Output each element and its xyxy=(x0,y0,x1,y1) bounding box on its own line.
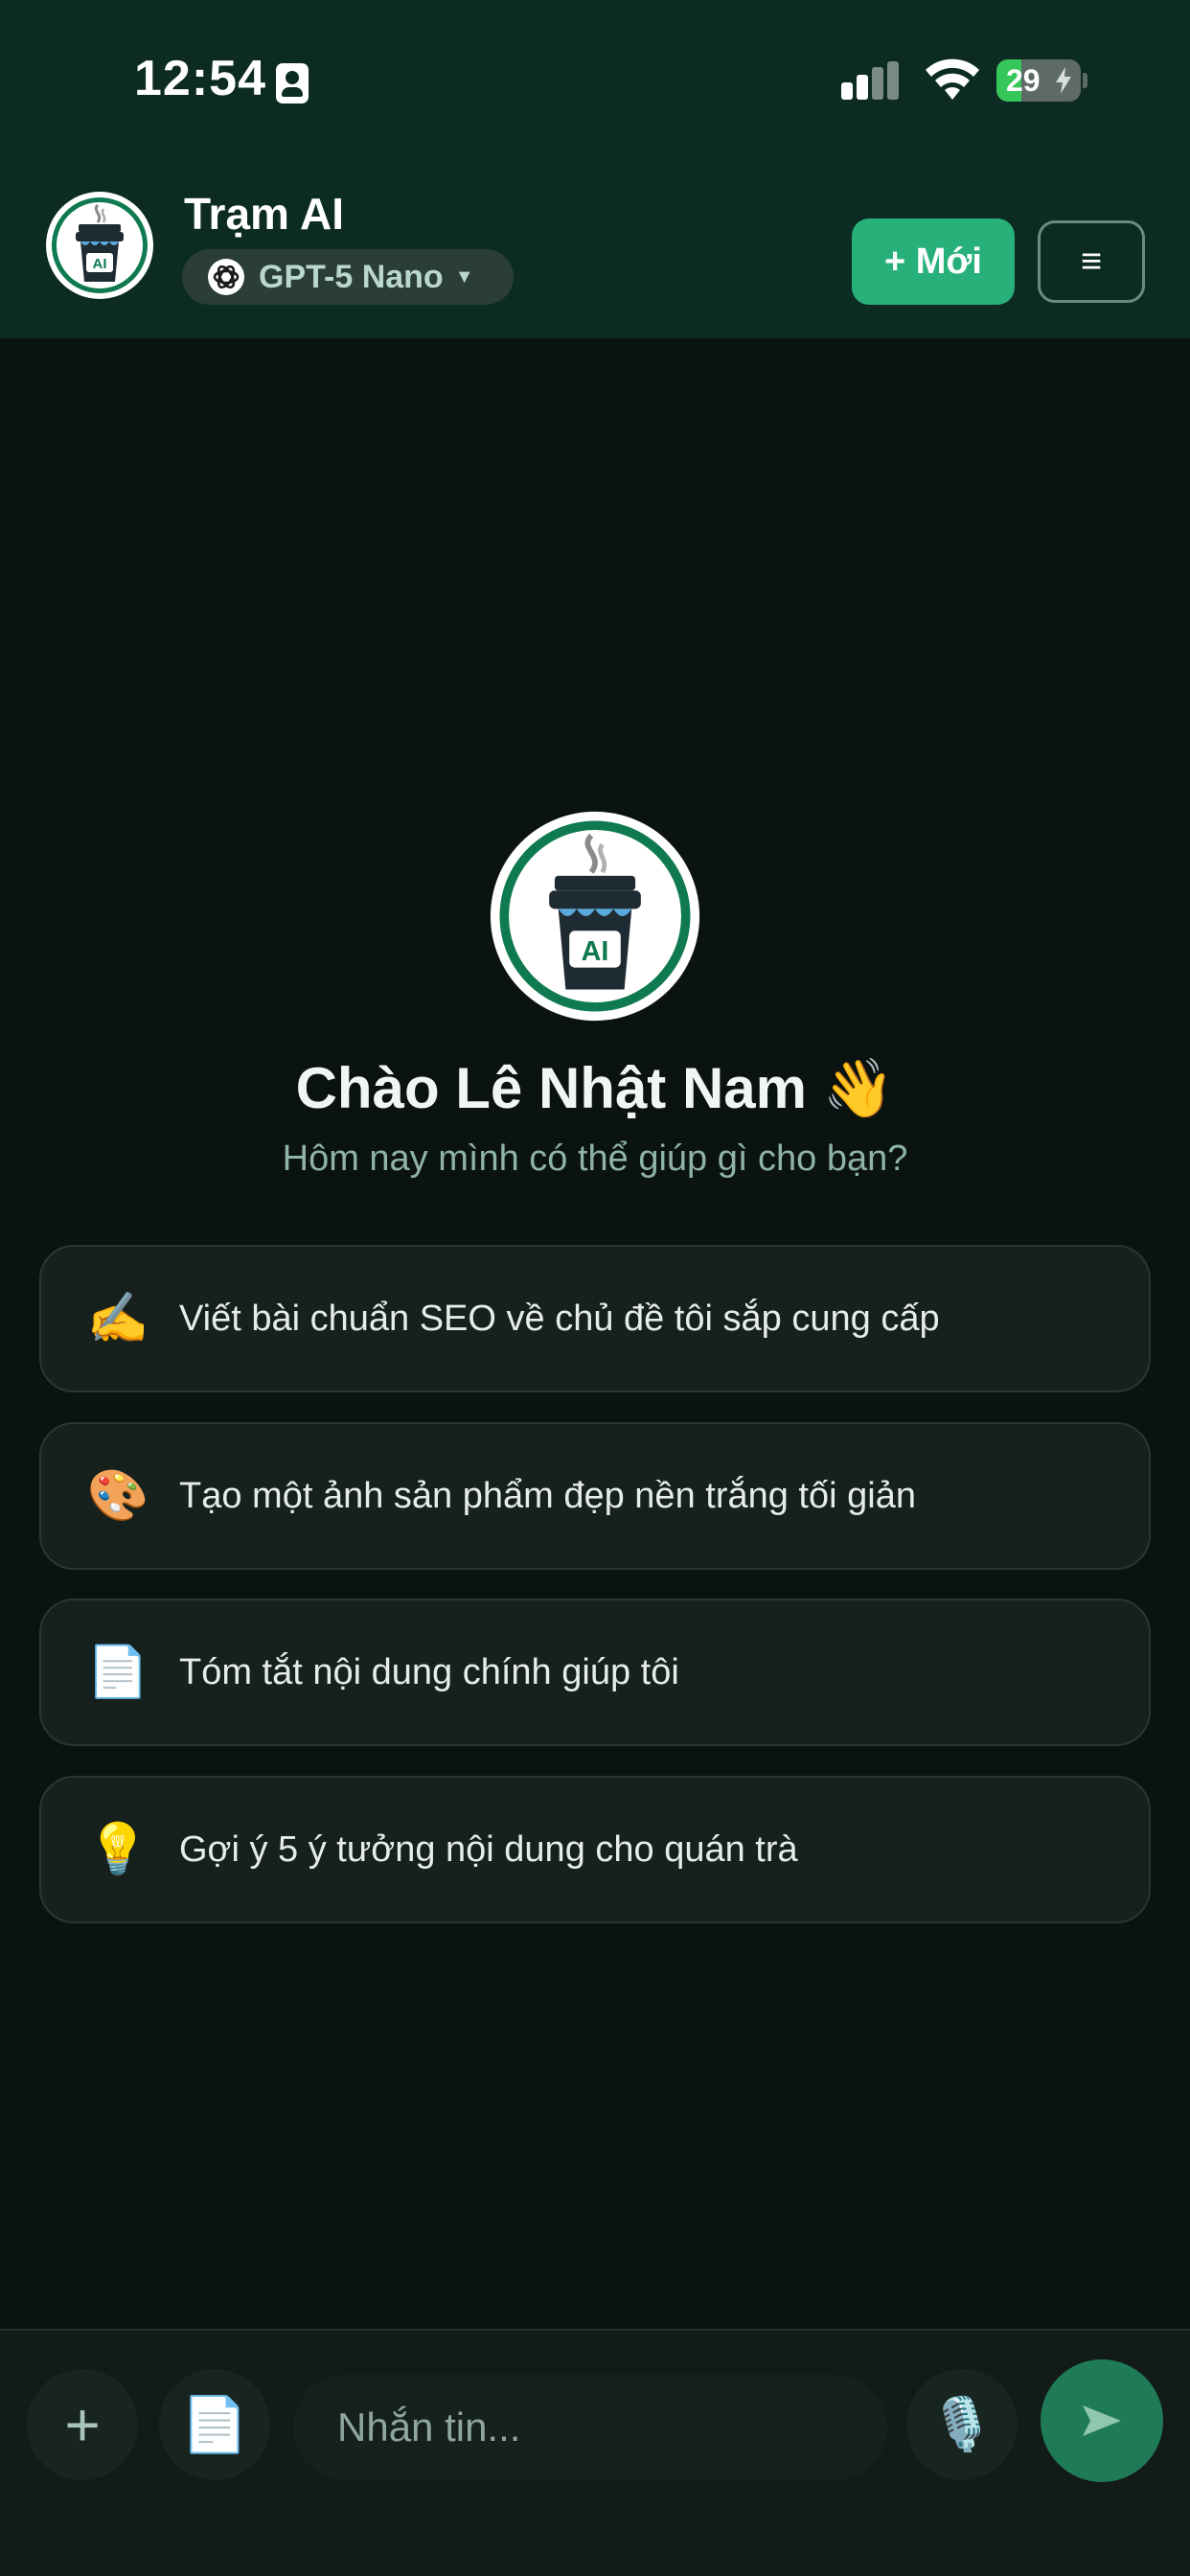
suggestion-text: Viết bài chuẩn SEO về chủ đề tôi sắp cun… xyxy=(179,1298,940,1339)
app-logo[interactable]: AI xyxy=(44,190,155,301)
suggestion-card-seo[interactable]: ✍️ Viết bài chuẩn SEO về chủ đề tôi sắp … xyxy=(39,1245,1151,1392)
model-selector[interactable]: GPT-5 Nano ▼ xyxy=(182,249,514,305)
hamburger-menu-icon: ≡ xyxy=(1080,241,1103,282)
suggestion-card-summary[interactable]: 📄 Tóm tắt nội dung chính giúp tôi xyxy=(39,1598,1151,1746)
status-time: 12:54 xyxy=(134,51,266,106)
suggestion-text: Gợi ý 5 ý tưởng nội dung cho quán trà xyxy=(179,1828,798,1870)
openai-icon xyxy=(208,259,244,295)
writing-hand-icon: ✍️ xyxy=(86,1291,149,1346)
app-screen: 12:54 29 AI Trạm AI GPT-5 Nano ▼ + Mới ≡… xyxy=(0,0,1190,2576)
battery-icon: 29 xyxy=(996,59,1081,102)
hero-logo: AI xyxy=(490,811,700,1022)
chevron-down-icon: ▼ xyxy=(454,265,474,288)
suggestion-text: Tóm tắt nội dung chính giúp tôi xyxy=(179,1651,679,1692)
palette-icon: 🎨 xyxy=(86,1468,149,1524)
message-input[interactable] xyxy=(293,2375,887,2480)
cellular-signal-icon xyxy=(841,61,903,100)
hero-logo-text: AI xyxy=(582,936,609,967)
contact-card-icon xyxy=(276,63,309,104)
send-button[interactable] xyxy=(1041,2359,1163,2482)
suggestion-card-image[interactable]: 🎨 Tạo một ảnh sản phẩm đẹp nền trắng tối… xyxy=(39,1422,1151,1570)
add-attachment-button[interactable]: + xyxy=(27,2369,138,2480)
plus-icon: + xyxy=(64,2390,101,2459)
app-logo-text: AI xyxy=(93,256,107,272)
greeting-subtitle: Hôm nay mình có thể giúp gì cho bạn? xyxy=(282,1138,908,1179)
attach-file-button[interactable]: 📄 xyxy=(159,2369,270,2480)
battery-cap xyxy=(1083,73,1087,88)
charging-bolt-icon xyxy=(1056,67,1071,94)
lightbulb-icon: 💡 xyxy=(86,1822,149,1877)
new-chat-button[interactable]: + Mới xyxy=(852,218,1015,305)
wifi-icon xyxy=(926,58,979,100)
microphone-icon: 🎙️ xyxy=(929,2395,995,2453)
suggestion-card-ideas[interactable]: 💡 Gợi ý 5 ý tưởng nội dung cho quán trà xyxy=(39,1776,1151,1923)
model-name: GPT-5 Nano xyxy=(259,258,444,295)
send-icon xyxy=(1083,2405,1121,2436)
voice-input-button[interactable]: 🎙️ xyxy=(906,2369,1018,2480)
document-icon: 📄 xyxy=(86,1644,149,1700)
suggestion-text: Tạo một ảnh sản phẩm đẹp nền trắng tối g… xyxy=(179,1475,916,1516)
greeting-title: Chào Lê Nhật Nam 👋 xyxy=(295,1056,895,1120)
file-icon: 📄 xyxy=(181,2394,248,2454)
app-title: Trạm AI xyxy=(184,189,345,239)
battery-level: 29 xyxy=(1006,63,1041,98)
menu-button[interactable]: ≡ xyxy=(1038,220,1145,303)
